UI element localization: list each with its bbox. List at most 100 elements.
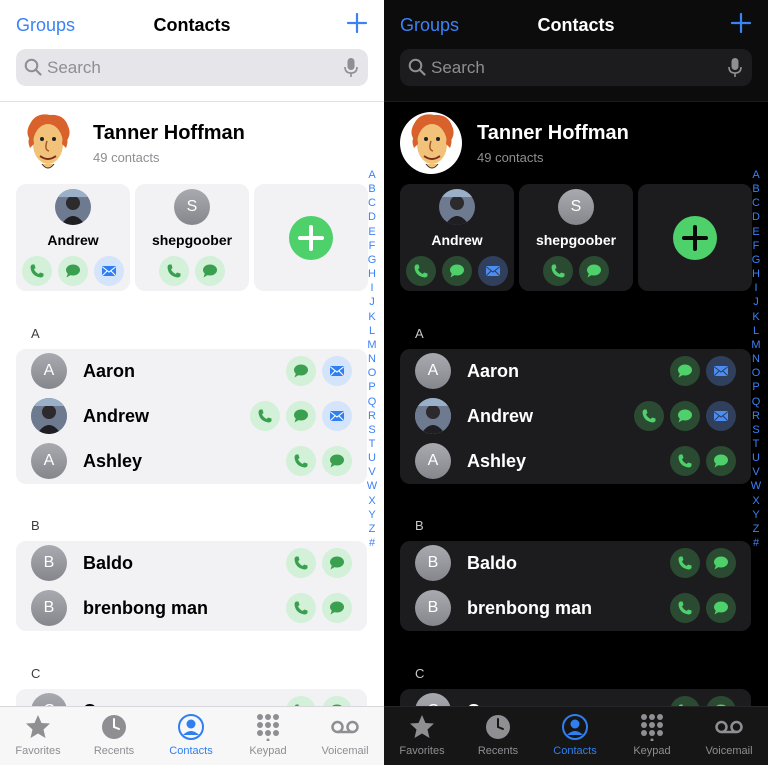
tab-voicemail[interactable]: Voicemail — [307, 707, 383, 765]
index-letter[interactable]: O — [364, 366, 380, 380]
alphabet-index[interactable]: A B C D E F G H I J K L M N O P Q R S T U V W X Y Z # — [748, 168, 764, 550]
favorite-card-shepgoober[interactable]: S shepgoober — [519, 184, 633, 291]
my-card-name[interactable]: Tanner Hoffman — [93, 122, 245, 145]
index-letter[interactable]: Q — [748, 395, 764, 409]
tab-favorites[interactable]: Favorites — [384, 707, 460, 765]
index-letter[interactable]: Z — [364, 522, 380, 536]
message-button[interactable] — [706, 548, 736, 578]
index-letter[interactable]: # — [364, 536, 380, 550]
index-letter[interactable]: F — [748, 239, 764, 253]
table-row[interactable]: B Baldo — [16, 541, 367, 586]
tab-recents[interactable]: Recents — [460, 707, 536, 765]
index-letter[interactable]: P — [364, 380, 380, 394]
search-field[interactable]: Search — [400, 49, 752, 86]
index-letter[interactable]: V — [364, 465, 380, 479]
index-letter[interactable]: H — [748, 267, 764, 281]
tab-contacts[interactable]: Contacts — [153, 707, 229, 765]
table-row[interactable]: Andrew — [400, 394, 751, 439]
index-letter[interactable]: U — [748, 451, 764, 465]
index-letter[interactable]: Z — [748, 522, 764, 536]
index-letter[interactable]: N — [364, 352, 380, 366]
message-button[interactable] — [706, 593, 736, 623]
call-button[interactable] — [286, 593, 316, 623]
add-favorite-card[interactable] — [254, 184, 368, 291]
table-row[interactable]: A Aaron — [400, 349, 751, 394]
index-letter[interactable]: # — [748, 536, 764, 550]
search-field[interactable]: Search — [16, 49, 368, 86]
index-letter[interactable]: M — [748, 338, 764, 352]
index-letter[interactable]: L — [364, 324, 380, 338]
table-row[interactable]: Andrew — [16, 394, 367, 439]
mail-button[interactable] — [322, 356, 352, 386]
message-button[interactable] — [670, 356, 700, 386]
message-button[interactable] — [579, 256, 609, 286]
mail-button[interactable] — [706, 356, 736, 386]
add-contact-button[interactable] — [730, 12, 752, 34]
mail-button[interactable] — [706, 401, 736, 431]
index-letter[interactable]: H — [364, 267, 380, 281]
table-row[interactable]: A Aaron — [16, 349, 367, 394]
index-letter[interactable]: E — [748, 225, 764, 239]
index-letter[interactable]: U — [364, 451, 380, 465]
index-letter[interactable]: C — [748, 196, 764, 210]
index-letter[interactable]: V — [748, 465, 764, 479]
add-contact-button[interactable] — [346, 12, 368, 34]
index-letter[interactable]: E — [364, 225, 380, 239]
index-letter[interactable]: X — [364, 494, 380, 508]
tab-keypad[interactable]: Keypad — [614, 707, 690, 765]
call-button[interactable] — [286, 548, 316, 578]
index-letter[interactable]: C — [364, 196, 380, 210]
tab-keypad[interactable]: Keypad — [230, 707, 306, 765]
index-letter[interactable]: X — [748, 494, 764, 508]
index-letter[interactable]: J — [748, 295, 764, 309]
index-letter[interactable]: Y — [748, 508, 764, 522]
index-letter[interactable]: W — [364, 479, 380, 493]
index-letter[interactable]: Y — [364, 508, 380, 522]
tab-favorites[interactable]: Favorites — [0, 707, 76, 765]
mail-button[interactable] — [478, 256, 508, 286]
my-card-avatar[interactable] — [400, 112, 462, 174]
table-row[interactable]: B Baldo — [400, 541, 751, 586]
index-letter[interactable]: D — [748, 210, 764, 224]
call-button[interactable] — [250, 401, 280, 431]
message-button[interactable] — [670, 401, 700, 431]
index-letter[interactable]: R — [364, 409, 380, 423]
index-letter[interactable]: T — [364, 437, 380, 451]
table-row[interactable]: B brenbong man — [400, 586, 751, 631]
index-letter[interactable]: A — [748, 168, 764, 182]
table-row[interactable]: A Ashley — [16, 439, 367, 484]
index-letter[interactable]: N — [748, 352, 764, 366]
table-row[interactable]: A Ashley — [400, 439, 751, 484]
call-button[interactable] — [406, 256, 436, 286]
message-button[interactable] — [322, 548, 352, 578]
mail-button[interactable] — [94, 256, 124, 286]
index-letter[interactable]: F — [364, 239, 380, 253]
index-letter[interactable]: W — [748, 479, 764, 493]
index-letter[interactable]: I — [748, 281, 764, 295]
call-button[interactable] — [159, 256, 189, 286]
message-button[interactable] — [286, 401, 316, 431]
microphone-icon[interactable] — [728, 57, 742, 79]
message-button[interactable] — [322, 446, 352, 476]
message-button[interactable] — [706, 446, 736, 476]
add-favorite-button[interactable] — [673, 216, 717, 260]
index-letter[interactable]: S — [364, 423, 380, 437]
call-button[interactable] — [670, 548, 700, 578]
message-button[interactable] — [442, 256, 472, 286]
index-letter[interactable]: S — [748, 423, 764, 437]
my-card-avatar[interactable] — [16, 112, 78, 174]
favorite-card-andrew[interactable]: Andrew — [400, 184, 514, 291]
index-letter[interactable]: B — [364, 182, 380, 196]
index-letter[interactable]: K — [364, 310, 380, 324]
alphabet-index[interactable]: A B C D E F G H I J K L M N O P Q R S T U V W X Y Z # — [364, 168, 380, 550]
index-letter[interactable]: D — [364, 210, 380, 224]
table-row[interactable]: B brenbong man — [16, 586, 367, 631]
index-letter[interactable]: K — [748, 310, 764, 324]
index-letter[interactable]: A — [364, 168, 380, 182]
index-letter[interactable]: O — [748, 366, 764, 380]
index-letter[interactable]: R — [748, 409, 764, 423]
message-button[interactable] — [195, 256, 225, 286]
call-button[interactable] — [286, 446, 316, 476]
favorite-card-shepgoober[interactable]: S shepgoober — [135, 184, 249, 291]
add-favorite-button[interactable] — [289, 216, 333, 260]
